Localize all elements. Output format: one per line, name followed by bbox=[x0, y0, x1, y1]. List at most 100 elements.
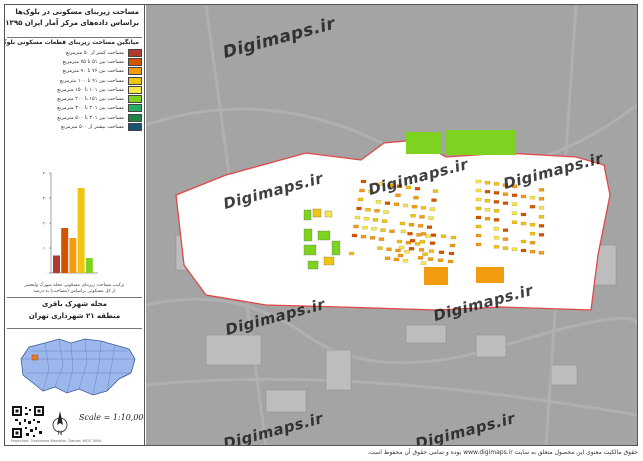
house-parcel bbox=[420, 206, 427, 210]
legend: میانگین مساحت زیربنای قطعات مسکونی بلوک‌… bbox=[5, 39, 142, 149]
house-parcel bbox=[418, 248, 425, 252]
map-title-block: مساحت زیربنای مسکونی در بلوک‌ها براساس د… bbox=[5, 7, 142, 38]
house-parcel bbox=[529, 250, 536, 254]
house-parcel bbox=[538, 224, 545, 228]
house-parcel bbox=[484, 208, 491, 212]
house-parcel bbox=[371, 227, 377, 231]
inset-map bbox=[7, 329, 142, 401]
house-parcel bbox=[511, 220, 518, 224]
map-sidebar: مساحت زیربنای مسکونی در بلوک‌ها براساس د… bbox=[5, 5, 145, 445]
district-name: منطقه ۲۱ شهرداری تهران bbox=[28, 312, 121, 320]
inset-highlight bbox=[31, 354, 39, 361]
legend-item: مساحت بین ۱۰۱ تا ۱۵۰ مترمربع bbox=[7, 85, 142, 94]
house-parcel bbox=[402, 203, 409, 208]
house-parcel bbox=[413, 196, 419, 200]
house-parcel bbox=[520, 212, 527, 217]
map-title-line-2: براساس داده‌های مرکز آمار ایران ۱۳۹۵ bbox=[5, 19, 139, 27]
house-parcel bbox=[529, 232, 536, 236]
neighborhood-name: محله شهرک باقری bbox=[42, 300, 107, 308]
house-parcel bbox=[427, 257, 434, 261]
house-parcel bbox=[414, 242, 421, 246]
chart-y-tick-label: ۱۰ bbox=[43, 246, 47, 251]
legend-item: مساحت بیشتر از ۵۰۰ مترمربع bbox=[7, 122, 142, 132]
house-parcel bbox=[425, 234, 431, 238]
house-parcel bbox=[357, 197, 364, 202]
chart-y-tick-label: ۴۰ bbox=[43, 171, 47, 176]
legend-item: مساحت بین ۷۶ تا ۹۰ مترمربع bbox=[7, 67, 142, 76]
legend-swatch bbox=[128, 67, 142, 76]
legend-swatch bbox=[128, 57, 142, 66]
legend-item: مساحت کمتر از ۵۰ مترمربع bbox=[7, 48, 142, 57]
house-parcel bbox=[511, 247, 518, 251]
house-parcel bbox=[362, 226, 368, 230]
house-parcel bbox=[475, 197, 482, 202]
house-parcel bbox=[374, 209, 380, 213]
house-parcel bbox=[407, 232, 413, 236]
map-canvas[interactable]: Digimaps.ir Digimaps.ir Digimaps.ir Digi… bbox=[146, 5, 637, 445]
house-parcel bbox=[475, 179, 482, 184]
legend-item: مساحت بین ۳۰۱ تا ۵۰۰ مترمربع bbox=[7, 113, 142, 122]
house-parcel bbox=[380, 228, 386, 232]
house-parcel bbox=[448, 251, 455, 256]
house-parcel bbox=[410, 214, 416, 218]
house-parcel bbox=[404, 250, 410, 254]
house-parcel bbox=[511, 202, 518, 206]
house-parcel bbox=[384, 201, 391, 205]
footer-tools: N Scale = 1:10,000 Projection: Transvers… bbox=[7, 403, 144, 445]
chart-y-tick-label: ۰ bbox=[45, 271, 47, 276]
house-parcel bbox=[440, 234, 447, 238]
bar-chart-svg: ۴۰ ۳۰ ۲۰ ۱۰ ۰ bbox=[43, 171, 98, 276]
location-block: محله شهرک باقری منطقه ۲۱ شهرداری تهران bbox=[7, 297, 142, 329]
house-parcel bbox=[419, 215, 425, 219]
house-parcel bbox=[360, 179, 367, 184]
house-parcel bbox=[529, 196, 536, 200]
house-parcel bbox=[502, 228, 509, 232]
house-parcel bbox=[428, 216, 434, 220]
chart-bar bbox=[53, 255, 60, 273]
house-parcel bbox=[422, 252, 428, 256]
chart-y-tick-label: ۲۰ bbox=[43, 221, 47, 226]
inset-map-svg bbox=[20, 338, 136, 396]
legend-item-label: مساحت بیشتر از ۵۰۰ مترمربع bbox=[61, 124, 124, 131]
chart-bar bbox=[61, 228, 69, 273]
chart-caption: ترکیب مساحت زیربنای مسکونی محله شهرک ولی… bbox=[9, 283, 140, 295]
north-arrow-icon: N bbox=[52, 411, 68, 437]
house-parcel bbox=[395, 248, 401, 253]
house-parcel bbox=[411, 205, 418, 209]
house-parcel bbox=[397, 253, 404, 258]
legend-item-label: مساحت بین ۳۰۱ تا ۵۰۰ مترمربع bbox=[57, 114, 124, 121]
legend-swatch bbox=[128, 95, 142, 104]
park-west bbox=[406, 132, 442, 154]
house-parcel bbox=[432, 189, 439, 193]
house-parcel bbox=[419, 240, 426, 244]
house-parcel bbox=[396, 239, 403, 244]
legend-item-label: مساحت بین ۵۱ تا ۷۵ مترمربع bbox=[62, 58, 124, 65]
legend-item-label: مساحت بین ۷۶ تا ۹۰ مترمربع bbox=[62, 68, 124, 75]
house-parcel bbox=[529, 223, 536, 227]
house-parcel bbox=[354, 215, 361, 220]
house-parcel bbox=[408, 247, 415, 251]
house-parcel bbox=[408, 223, 415, 227]
park-east bbox=[446, 130, 516, 155]
house-parcel bbox=[359, 188, 365, 193]
house-parcel bbox=[484, 181, 491, 185]
house-parcel bbox=[430, 233, 437, 237]
house-parcel bbox=[475, 224, 482, 229]
house-parcel bbox=[493, 218, 500, 222]
house-parcel bbox=[511, 211, 518, 215]
house-parcel bbox=[372, 218, 379, 222]
house-parcel bbox=[402, 259, 409, 263]
house-parcel bbox=[384, 256, 391, 260]
legend-swatch bbox=[128, 123, 142, 132]
house-parcel bbox=[420, 261, 427, 265]
legend-swatch bbox=[128, 113, 142, 122]
house-parcel bbox=[393, 257, 400, 262]
house-parcel bbox=[493, 209, 500, 213]
legend-item-label: مساحت بین ۱۵۱ تا ۲۰۰ مترمربع bbox=[57, 96, 124, 103]
legend-heading: میانگین مساحت زیربنای قطعات مسکونی بلوک‌… bbox=[5, 39, 139, 46]
house-parcel bbox=[502, 246, 509, 250]
house-parcel bbox=[431, 198, 437, 202]
block-orange-1 bbox=[424, 267, 448, 285]
house-parcel bbox=[414, 187, 421, 191]
house-parcel bbox=[520, 194, 527, 199]
